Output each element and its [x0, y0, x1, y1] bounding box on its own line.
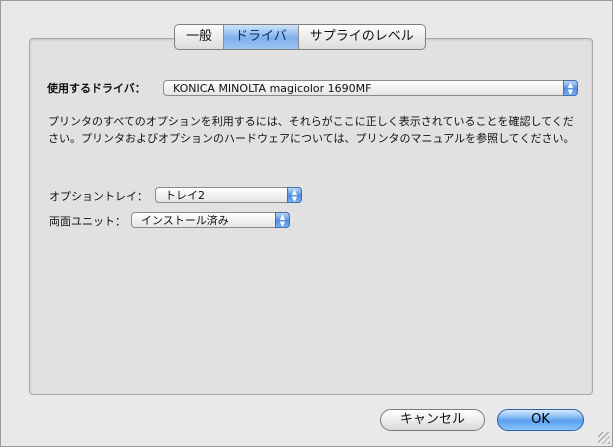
driver-label: 使用するドライバ： — [47, 82, 146, 95]
duplex-unit-label: 両面ユニット： — [49, 215, 126, 228]
tab-supply-levels[interactable]: サプライのレベル — [299, 25, 425, 49]
chevron-updown-icon: ▲ ▼ — [287, 187, 302, 203]
tab-bar: 一般 ドライバ サプライのレベル — [174, 24, 426, 50]
tab-driver[interactable]: ドライバ — [224, 25, 299, 49]
driver-select-value: KONICA MINOLTA magicolor 1690MF — [173, 82, 372, 95]
resize-grip-icon[interactable] — [598, 432, 610, 444]
cancel-button[interactable]: キャンセル — [380, 409, 485, 431]
ok-button[interactable]: OK — [497, 409, 584, 431]
tab-general[interactable]: 一般 — [175, 25, 225, 49]
chevron-updown-icon: ▲ ▼ — [275, 212, 290, 228]
dialog-window: 一般 ドライバ サプライのレベル 使用するドライバ： KONICA MINOLT… — [0, 0, 613, 447]
optional-tray-value: トレイ2 — [165, 189, 205, 202]
optional-tray-select[interactable]: トレイ2 ▲ ▼ — [155, 187, 302, 203]
optional-tray-label: オプショントレイ： — [49, 190, 148, 203]
duplex-unit-value: インストール済み — [141, 214, 229, 227]
driver-select[interactable]: KONICA MINOLTA magicolor 1690MF ▲ ▼ — [163, 80, 578, 96]
duplex-unit-select[interactable]: インストール済み ▲ ▼ — [131, 212, 290, 228]
description-text: プリンタのすべてのオプションを利用するには、それらがここに正しく表示されているこ… — [48, 115, 575, 145]
chevron-updown-icon: ▲ ▼ — [563, 80, 578, 96]
